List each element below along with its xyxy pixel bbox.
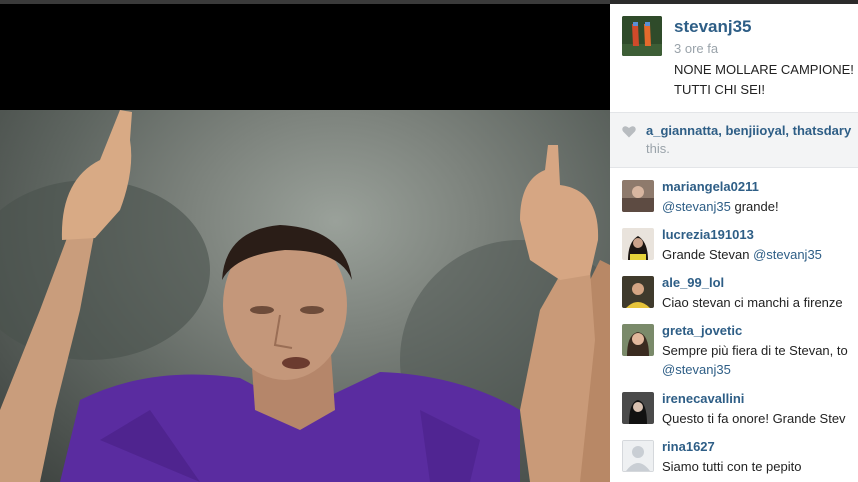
comment-username[interactable]: ale_99_lol bbox=[662, 275, 724, 290]
comment-username[interactable]: greta_jovetic bbox=[662, 323, 742, 338]
post-timestamp: 3 ore fa bbox=[674, 41, 719, 56]
avatar-image bbox=[622, 16, 662, 56]
avatar-image bbox=[622, 392, 654, 424]
default-avatar-icon bbox=[623, 441, 653, 471]
comment-mention[interactable]: @stevanj35 bbox=[662, 199, 731, 214]
comment-username[interactable]: mariangela0211 bbox=[662, 179, 759, 194]
post-header: stevanj35 3 ore fa NONE MOLLARE CAMPIONE… bbox=[610, 4, 858, 110]
comment-mention[interactable]: @stevanj35 bbox=[662, 362, 731, 377]
post-sidebar: stevanj35 3 ore fa NONE MOLLARE CAMPIONE… bbox=[610, 0, 858, 482]
comment-text: Siamo tutti con te pepito bbox=[662, 459, 802, 474]
commenter-avatar[interactable] bbox=[622, 228, 654, 260]
post-caption: NONE MOLLARE CAMPIONE! H TUTTI CHI SEI! bbox=[674, 60, 858, 100]
photo-pane bbox=[0, 0, 610, 482]
comment-username[interactable]: irenecavallini bbox=[662, 391, 744, 406]
likes-tail: this. bbox=[646, 141, 670, 156]
commenter-avatar[interactable] bbox=[622, 180, 654, 212]
commenter-avatar[interactable] bbox=[622, 392, 654, 424]
commenter-avatar[interactable] bbox=[622, 440, 654, 472]
author-username[interactable]: stevanj35 bbox=[674, 17, 752, 37]
heart-icon[interactable] bbox=[622, 125, 636, 138]
photo-illustration bbox=[0, 110, 610, 482]
avatar-image bbox=[622, 180, 654, 212]
avatar-image bbox=[622, 276, 654, 308]
likes-section: a_giannatta, benjiioyal, thatsdary this. bbox=[610, 112, 858, 168]
commenter-avatar[interactable] bbox=[622, 324, 654, 356]
comment-username[interactable]: lucrezia191013 bbox=[662, 227, 754, 242]
comment-text: Sempre più fiera di te Stevan, to bbox=[662, 343, 848, 358]
avatar-image bbox=[622, 228, 654, 260]
likers-list[interactable]: a_giannatta, benjiioyal, thatsdary bbox=[646, 123, 851, 138]
post-photo[interactable] bbox=[0, 110, 610, 482]
comment-text-line-2: @stevanj35 bbox=[662, 360, 731, 379]
comment-text-rest: grande! bbox=[730, 199, 779, 214]
comment-text-pre: Grande Stevan bbox=[662, 247, 754, 262]
comment-mention[interactable]: @stevanj35 bbox=[753, 247, 822, 262]
caption-line-2: TUTTI CHI SEI! bbox=[674, 82, 765, 97]
comment-text: @stevanj35 grande! bbox=[662, 197, 779, 216]
comment-text: Questo ti fa onore! Grande Stev bbox=[662, 411, 846, 426]
caption-line-1: NONE MOLLARE CAMPIONE! H bbox=[674, 62, 858, 77]
commenter-avatar[interactable] bbox=[622, 276, 654, 308]
avatar-image bbox=[622, 324, 654, 356]
photo-top-strip bbox=[0, 0, 610, 4]
comment-text: Ciao stevan ci manchi a firenze bbox=[662, 295, 843, 310]
author-avatar[interactable] bbox=[622, 16, 662, 56]
comment-username[interactable]: rina1627 bbox=[662, 439, 715, 454]
comment-text: Grande Stevan @stevanj35 bbox=[662, 245, 822, 264]
